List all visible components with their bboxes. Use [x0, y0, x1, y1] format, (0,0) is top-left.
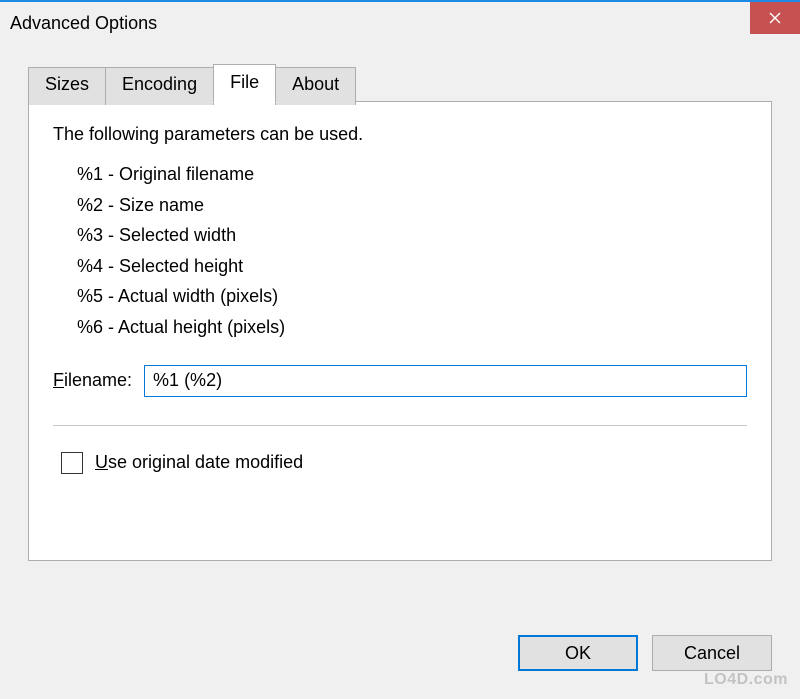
filename-input[interactable]: [144, 365, 747, 397]
filename-label: Filename:: [53, 370, 132, 391]
tab-panel-file: The following parameters can be used. %1…: [28, 101, 772, 561]
use-original-date-checkbox[interactable]: [61, 452, 83, 474]
divider: [53, 425, 747, 426]
tab-sizes[interactable]: Sizes: [28, 67, 106, 105]
watermark: LO4D.com: [704, 671, 788, 689]
titlebar: Advanced Options: [0, 2, 800, 44]
tab-encoding[interactable]: Encoding: [105, 67, 214, 105]
window-title: Advanced Options: [10, 13, 157, 34]
use-original-date-label: Use original date modified: [95, 452, 303, 473]
cancel-button[interactable]: Cancel: [652, 635, 772, 671]
filename-row: Filename:: [53, 365, 747, 397]
param-list: %1 - Original filename %2 - Size name %3…: [77, 159, 747, 343]
tab-about[interactable]: About: [275, 67, 356, 105]
ok-button[interactable]: OK: [518, 635, 638, 671]
param-item: %5 - Actual width (pixels): [77, 281, 747, 312]
param-item: %6 - Actual height (pixels): [77, 312, 747, 343]
tab-container: Sizes Encoding File About The following …: [28, 64, 772, 562]
param-item: %1 - Original filename: [77, 159, 747, 190]
param-item: %2 - Size name: [77, 190, 747, 221]
close-icon: [769, 12, 781, 24]
param-item: %3 - Selected width: [77, 220, 747, 251]
param-item: %4 - Selected height: [77, 251, 747, 282]
intro-text: The following parameters can be used.: [53, 124, 747, 145]
tab-file[interactable]: File: [213, 64, 276, 103]
use-original-date-row: Use original date modified: [61, 452, 747, 474]
tab-strip: Sizes Encoding File About: [28, 64, 772, 102]
close-button[interactable]: [750, 2, 800, 34]
dialog-window: Advanced Options Sizes Encoding File Abo…: [0, 0, 800, 699]
dialog-footer: OK Cancel: [518, 635, 772, 671]
